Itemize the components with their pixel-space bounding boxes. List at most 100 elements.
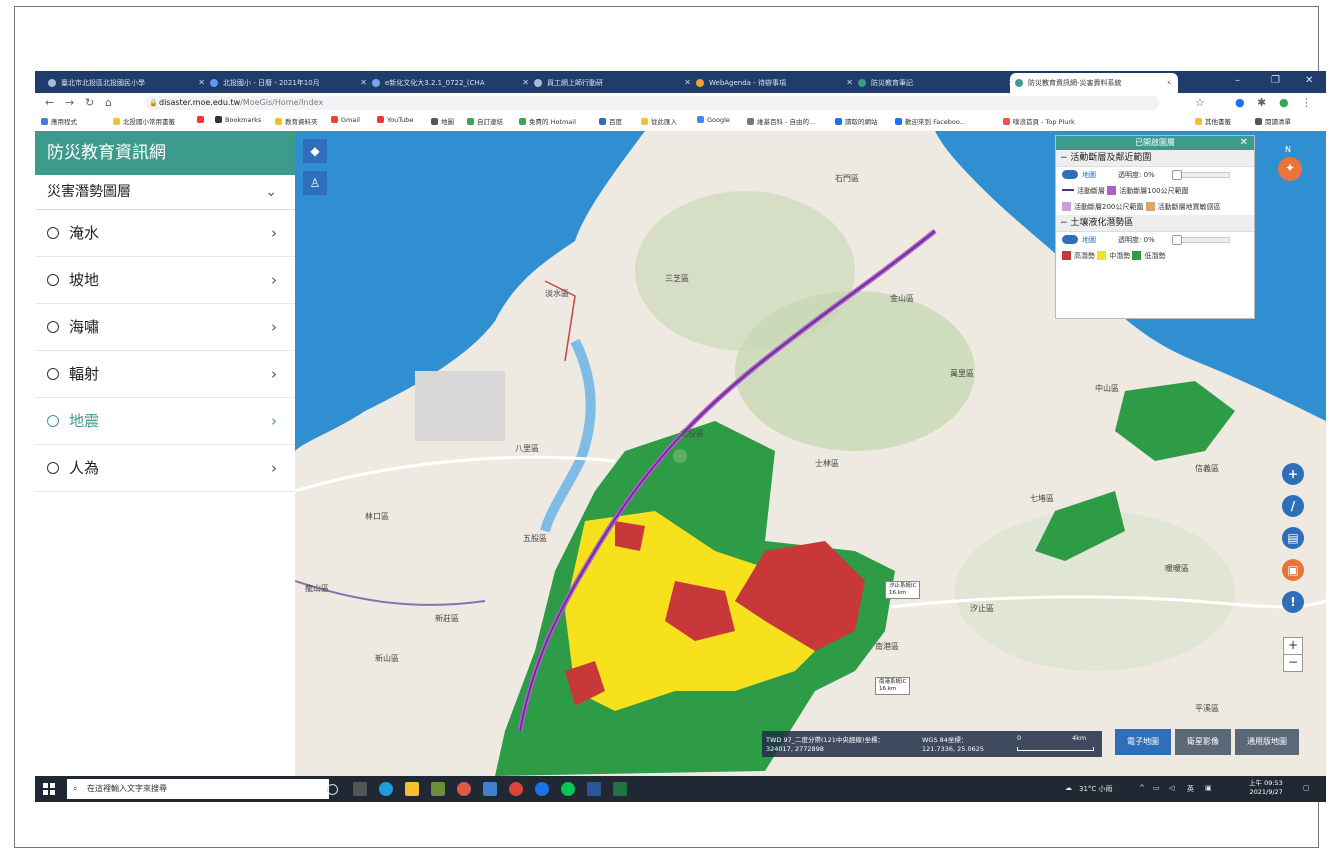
bookmark[interactable]: 百度 [599,116,622,126]
chrome-icon[interactable] [509,782,523,796]
opacity-slider[interactable] [1172,170,1230,180]
map-canvas[interactable]: 石門區 三芝區 金山區 淡水區 萬里區 北投區 士林區 八里區 林口區 五股區 … [295,131,1326,776]
sidebar-item-earthquake[interactable]: 地震 › [35,398,295,445]
cortana-icon[interactable] [327,784,338,795]
app-icon[interactable] [457,782,471,796]
basemap-electronic-button[interactable]: 電子地圖 [1115,729,1171,755]
bookmark[interactable]: YouTube [377,116,413,124]
slider-knob[interactable] [1172,235,1182,245]
star-icon[interactable]: ☆ [1195,96,1205,109]
print-icon[interactable]: ▤ [1282,527,1304,549]
bookmark[interactable]: 歡迎來到 Faceboo... [895,116,966,126]
extension-icon[interactable]: ● [1235,96,1245,109]
app-icon[interactable] [535,782,549,796]
close-icon[interactable]: ✕ [684,73,691,93]
measure-icon[interactable]: / [1282,495,1304,517]
browser-tab[interactable]: WebAgenda - 待辦事項 ✕ [691,73,859,93]
back-icon[interactable]: ← [45,96,54,109]
bookmark[interactable]: Google [697,116,730,124]
forward-icon[interactable]: → [65,96,74,109]
ime-icon[interactable]: ▣ [1205,784,1212,792]
layers-button[interactable]: ◆ [303,139,327,163]
bookmark[interactable]: Bookmarks [215,116,261,124]
close-window-button[interactable]: ✕ [1305,75,1313,86]
bookmark[interactable]: Gmail [331,116,360,124]
input-language[interactable]: 英 [1187,784,1194,794]
bookmark[interactable]: 噗浪首頁 - Top Plurk [1003,116,1075,126]
new-tab-button[interactable]: + [1162,73,1173,91]
browser-tab-active[interactable]: 防災教育資訊網-災害資料系統 ✕ [1010,73,1178,93]
tray-chevron-icon[interactable]: ^ [1139,784,1145,792]
eye-icon[interactable] [1062,235,1078,244]
reading-list[interactable]: 閱讀清單 [1255,116,1291,126]
bookmark-map-icon[interactable]: ▣ [1282,559,1304,581]
alert-icon[interactable]: ! [1282,591,1304,613]
bookmark[interactable]: 地圖 [431,116,454,126]
opacity-slider[interactable] [1172,235,1230,245]
volume-icon[interactable]: ◁ [1169,784,1174,792]
basemap-general-button[interactable]: 通用版地圖 [1235,729,1299,755]
close-icon[interactable]: ✕ [846,73,853,93]
home-icon[interactable]: ⌂ [105,96,112,109]
bookmark[interactable]: 應用程式 [41,116,77,126]
eye-icon[interactable] [1062,170,1078,179]
sidebar-item-flood[interactable]: 淹水 › [35,210,295,257]
bookmark[interactable] [197,116,207,124]
bookmark[interactable]: 自訂連結 [467,116,503,126]
task-view-icon[interactable] [353,782,367,796]
sidebar-item-radiation[interactable]: 輻射 › [35,351,295,398]
basemap-satellite-button[interactable]: 衛星影像 [1175,729,1231,755]
close-icon[interactable]: ✕ [522,73,529,93]
puzzle-icon[interactable]: ✱ [1257,96,1266,109]
zoom-in-circle-icon[interactable]: + [1282,463,1304,485]
close-icon[interactable]: ✕ [1240,136,1248,150]
taskbar-clock[interactable]: 上午 09:53 2021/9/27 [1249,779,1283,797]
edge-icon[interactable] [379,782,393,796]
bookmark[interactable]: 北投國小常用書籤 [113,116,175,126]
layer-category-dropdown[interactable]: 災害潛勢圖層 ⌄ [35,175,295,210]
excel-icon[interactable] [613,782,627,796]
network-icon[interactable]: ▭ [1153,784,1160,792]
word-icon[interactable] [587,782,601,796]
profile-avatar[interactable]: ● [1279,96,1289,109]
tab-label: e新化文化大3.2.1_0722_(CHA [385,79,485,87]
browser-tab[interactable]: 員工網上師行動研 ✕ [529,73,697,93]
app-icon[interactable] [483,782,497,796]
legend-section-fault[interactable]: − 活動斷層及鄰近範圍 [1056,150,1254,167]
legend-section-liquefaction[interactable]: − 土壤液化潛勢區 [1056,215,1254,232]
poi-marker[interactable] [673,449,687,463]
reload-icon[interactable]: ↻ [85,96,94,109]
browser-tab[interactable]: 臺北市北投區北投國民小學 ✕ [43,73,211,93]
browser-tab[interactable]: 北投國小 - 日曆 - 2021年10月 ✕ [205,73,373,93]
maximize-button[interactable]: ❐ [1271,75,1280,86]
menu-icon[interactable]: ⋮ [1301,96,1312,109]
close-icon[interactable]: ✕ [198,73,205,93]
bookmark[interactable]: 讀取的網站 [835,116,878,126]
zoom-in-button[interactable]: + [1283,637,1303,655]
file-explorer-icon[interactable] [405,782,419,796]
zoom-out-button[interactable]: − [1283,654,1303,672]
sidebar-item-tsunami[interactable]: 海嘯 › [35,304,295,351]
bookmark[interactable]: 教育資料夾 [275,116,318,126]
compass-icon[interactable]: ✦ [1278,157,1302,181]
app-icon[interactable] [431,782,445,796]
browser-tab[interactable]: 防災教育筆記✕ [853,73,1021,93]
sidebar-item-human[interactable]: 人為 › [35,445,295,492]
sidebar-item-slope[interactable]: 坡地 › [35,257,295,304]
bookmark-folder[interactable]: 其他書籤 [1195,116,1231,126]
minimize-button[interactable]: – [1235,75,1240,86]
slider-knob[interactable] [1172,170,1182,180]
close-icon[interactable]: ✕ [360,73,367,93]
line-icon[interactable] [561,782,575,796]
weather-icon[interactable]: ☁ [1065,784,1072,792]
bookmark[interactable]: 免費的 Hotmail [519,116,576,126]
address-bar[interactable]: 🔒 disaster.moe.edu.tw/MoeGis/Home/Index [145,96,1159,110]
windows-start-icon[interactable] [43,783,55,795]
taskbar-search-input[interactable]: ⌕ 在這裡輸入文字來搜尋 [67,779,329,799]
bookmark[interactable]: 維基百科 - 自由的... [747,116,815,126]
weather-text[interactable]: 31°C 小雨 [1079,784,1113,794]
browser-tab[interactable]: e新化文化大3.2.1_0722_(CHA ✕ [367,73,535,93]
locate-button[interactable]: ♙ [303,171,327,195]
notification-icon[interactable]: ▢ [1303,784,1310,792]
bookmark[interactable]: 從此匯入 [641,116,677,126]
